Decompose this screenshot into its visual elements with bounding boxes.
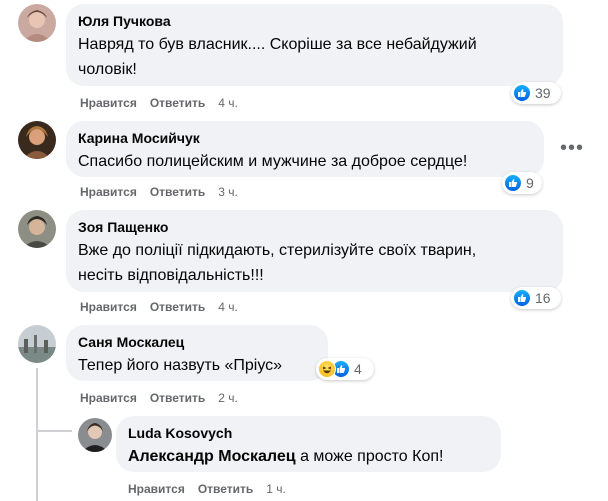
like-button[interactable]: Нравится bbox=[80, 300, 137, 314]
comment-actions: Нравится Ответить 4 ч. bbox=[80, 299, 251, 315]
reaction-count: 39 bbox=[535, 85, 551, 101]
comment-author[interactable]: Юля Пучкова bbox=[78, 12, 551, 30]
reply-button[interactable]: Ответить bbox=[198, 482, 253, 496]
comment-timestamp[interactable]: 4 ч. bbox=[218, 96, 238, 110]
comment-bubble: Карина Мосийчук Спасибо полицейским и му… bbox=[66, 121, 544, 177]
comment-author[interactable]: Luda Kosovych bbox=[128, 424, 489, 442]
comment-actions: Нравится Ответить 2 ч. bbox=[80, 390, 251, 406]
comment-text-line: чоловік! bbox=[78, 61, 137, 78]
comment-timestamp[interactable]: 2 ч. bbox=[218, 391, 238, 405]
comment-bubble: Саня Москалец Тепер його назвуть «Пріус» bbox=[66, 325, 328, 381]
comment-text-line: Вже до поліції підкидають, стерилізуйте … bbox=[78, 242, 477, 259]
reactions-summary[interactable]: 9 bbox=[502, 172, 542, 194]
comment-actions: Нравится Ответить 4 ч. bbox=[80, 95, 251, 111]
comment-text-line: Навряд то був власник.... Скоріше за все… bbox=[78, 36, 477, 53]
comment-timestamp[interactable]: 1 ч. bbox=[266, 482, 286, 496]
like-button[interactable]: Нравится bbox=[80, 391, 137, 405]
reaction-count: 9 bbox=[526, 175, 534, 191]
like-icon bbox=[504, 174, 522, 192]
comment-bubble: Зоя Пащенко Вже до поліції підкидають, с… bbox=[66, 210, 563, 292]
comment-text: Спасибо полицейским и мужчине за доброе … bbox=[78, 153, 468, 170]
avatar[interactable] bbox=[18, 4, 56, 42]
reactions-summary[interactable]: 39 bbox=[511, 82, 561, 104]
comment-author[interactable]: Зоя Пащенко bbox=[78, 218, 551, 236]
like-icon bbox=[513, 289, 531, 307]
reaction-count: 4 bbox=[354, 361, 362, 377]
reaction-count: 16 bbox=[535, 290, 551, 306]
comment-bubble: Юля Пучкова Навряд то був власник.... Ск… bbox=[66, 4, 563, 86]
comment-text: Александр Москалец а може просто Коп! bbox=[128, 444, 489, 469]
haha-icon bbox=[318, 360, 336, 378]
reply-button[interactable]: Ответить bbox=[150, 96, 205, 110]
reply-button[interactable]: Ответить bbox=[150, 300, 205, 314]
comment-timestamp[interactable]: 4 ч. bbox=[218, 300, 238, 314]
comment-author[interactable]: Саня Москалец bbox=[78, 333, 316, 351]
comment-actions: Нравится Ответить 3 ч. bbox=[80, 184, 251, 200]
comment-text-line: несіть відповідальність!!! bbox=[78, 267, 264, 284]
comment-bubble: Luda Kosovych Александр Москалец а може … bbox=[116, 416, 501, 472]
comment-text-body: а може просто Коп! bbox=[295, 448, 444, 465]
avatar[interactable] bbox=[18, 210, 56, 248]
like-button[interactable]: Нравится bbox=[80, 185, 137, 199]
more-options-icon[interactable]: ••• bbox=[560, 137, 584, 160]
avatar[interactable] bbox=[18, 121, 56, 159]
like-icon bbox=[513, 84, 531, 102]
thread-line bbox=[36, 368, 38, 501]
comment-text: Навряд то був власник.... Скоріше за все… bbox=[78, 32, 551, 82]
comment-timestamp[interactable]: 3 ч. bbox=[218, 185, 238, 199]
reactions-summary[interactable]: 4 bbox=[316, 358, 374, 380]
reply-button[interactable]: Ответить bbox=[150, 391, 205, 405]
avatar[interactable] bbox=[78, 418, 112, 452]
reactions-summary[interactable]: 16 bbox=[511, 287, 561, 309]
mention-link[interactable]: Александр Москалец bbox=[128, 448, 296, 465]
like-button[interactable]: Нравится bbox=[80, 96, 137, 110]
like-button[interactable]: Нравится bbox=[128, 482, 185, 496]
comment-actions: Нравится Ответить 1 ч. bbox=[128, 481, 299, 497]
thread-connector bbox=[36, 430, 72, 432]
comment-author[interactable]: Карина Мосийчук bbox=[78, 129, 532, 147]
avatar[interactable] bbox=[18, 325, 56, 363]
comment-text: Тепер його назвуть «Пріус» bbox=[78, 357, 283, 374]
comment-text: Вже до поліції підкидають, стерилізуйте … bbox=[78, 238, 551, 288]
reply-button[interactable]: Ответить bbox=[150, 185, 205, 199]
